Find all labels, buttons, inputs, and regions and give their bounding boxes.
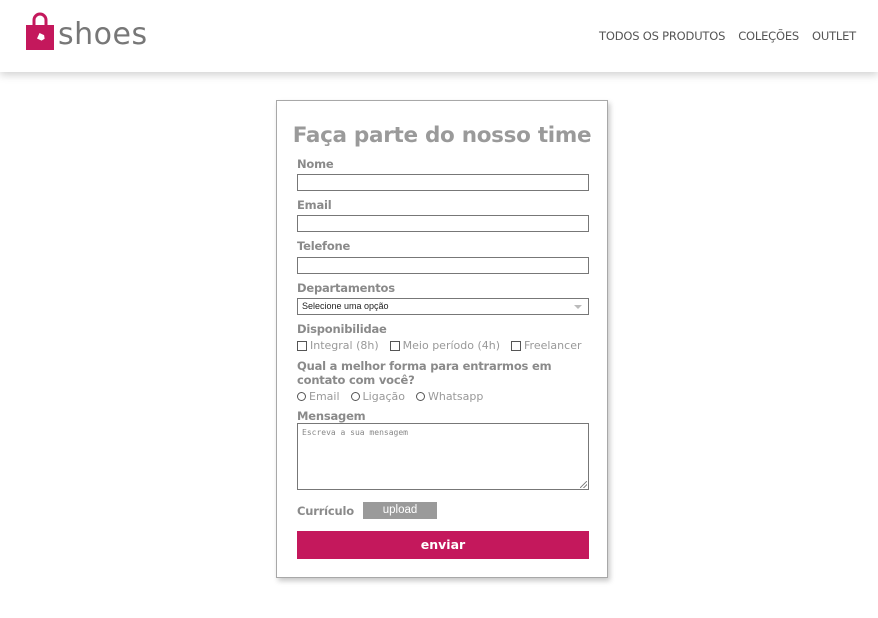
- checkbox-integral[interactable]: [297, 340, 307, 351]
- departamentos-label: Departamentos: [297, 281, 395, 295]
- nome-label: Nome: [297, 157, 334, 171]
- telefone-label: Telefone: [297, 239, 351, 253]
- option-meio-periodo-label: Meio período (4h): [402, 339, 501, 352]
- chevron-down-icon: [574, 305, 582, 309]
- job-application-form: Faça parte do nosso time Nome Email Tele…: [276, 100, 608, 578]
- option-meio-periodo[interactable]: Meio período (4h): [389, 339, 501, 352]
- enviar-button[interactable]: enviar: [297, 531, 589, 559]
- logo-text: shoes: [58, 17, 148, 52]
- mensagem-placeholder: Escreva a sua mensagem: [302, 428, 408, 437]
- logo[interactable]: shoes: [26, 10, 148, 50]
- option-contato-whatsapp-label: Whatsapp: [427, 390, 484, 403]
- departamentos-selected-value: Selecione uma opção: [302, 301, 389, 311]
- departamentos-select[interactable]: Selecione uma opção: [297, 298, 589, 315]
- option-contato-whatsapp[interactable]: Whatsapp: [415, 390, 484, 403]
- option-contato-ligacao[interactable]: Ligação: [350, 390, 405, 403]
- option-freelancer-label: Freelancer: [524, 339, 582, 352]
- option-freelancer[interactable]: Freelancer: [511, 339, 581, 352]
- checkbox-meio-periodo[interactable]: [389, 340, 400, 351]
- telefone-input[interactable]: [297, 257, 589, 274]
- main-nav: TODOS OS PRODUTOS COLEÇÕES OUTLET: [599, 29, 856, 43]
- option-contato-email-label: Email: [309, 390, 340, 403]
- nav-item-outlet[interactable]: OUTLET: [812, 29, 856, 43]
- disponibilidade-options: Integral (8h) Meio período (4h) Freelanc…: [297, 339, 592, 352]
- contato-options: Email Ligação Whatsapp: [297, 390, 494, 403]
- upload-button[interactable]: upload: [363, 502, 437, 519]
- option-contato-ligacao-label: Ligação: [362, 390, 405, 403]
- nav-item-colecoes[interactable]: COLEÇÕES: [738, 29, 799, 43]
- nav-item-todos-os-produtos[interactable]: TODOS OS PRODUTOS: [599, 29, 725, 43]
- shopping-bag-icon: [26, 12, 54, 50]
- radio-whatsapp[interactable]: [415, 392, 425, 401]
- email-input[interactable]: [297, 215, 589, 232]
- disponibilidade-label: Disponibilidae: [297, 322, 387, 336]
- curriculo-label: Currículo: [297, 504, 354, 518]
- checkbox-freelancer[interactable]: [511, 340, 522, 351]
- email-label: Email: [297, 198, 332, 212]
- radio-email[interactable]: [297, 392, 306, 401]
- site-header: shoes TODOS OS PRODUTOS COLEÇÕES OUTLET: [0, 0, 878, 72]
- option-integral-label: Integral (8h): [310, 339, 379, 352]
- nome-input[interactable]: [297, 174, 589, 191]
- mensagem-label: Mensagem: [297, 409, 366, 423]
- resize-handle[interactable]: [580, 481, 587, 488]
- option-contato-email[interactable]: Email: [297, 390, 340, 403]
- mensagem-textarea[interactable]: Escreva a sua mensagem: [297, 423, 589, 490]
- radio-ligacao[interactable]: [350, 392, 360, 401]
- form-title: Faça parte do nosso time: [292, 123, 592, 148]
- contato-label: Qual a melhor forma para entrarmos em co…: [297, 359, 552, 387]
- option-integral[interactable]: Integral (8h): [297, 339, 379, 352]
